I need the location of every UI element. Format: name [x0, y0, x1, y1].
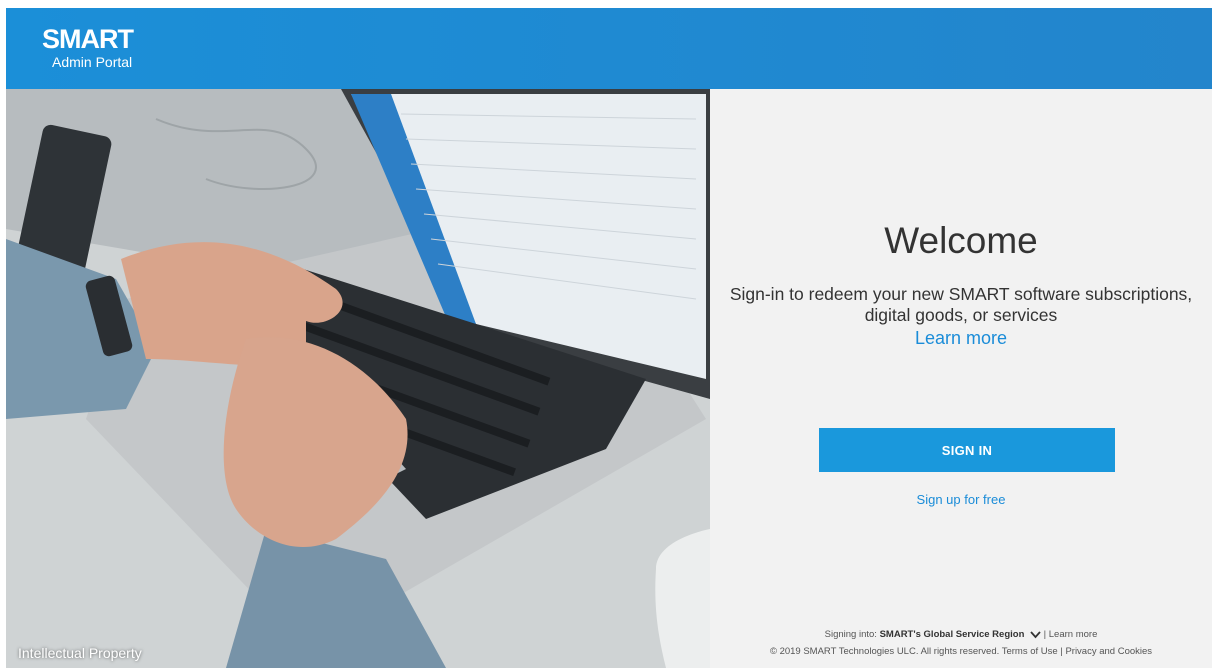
region-line: Signing into: SMART's Global Service Reg…: [710, 627, 1212, 644]
top-header: SMART Admin Portal: [6, 8, 1212, 89]
sign-up-link[interactable]: Sign up for free: [710, 492, 1212, 507]
region-selector[interactable]: SMART's Global Service Region: [880, 629, 1025, 640]
welcome-description: Sign-in to redeem your new SMART softwar…: [710, 284, 1212, 326]
learn-more-link[interactable]: Learn more: [710, 328, 1212, 349]
laptop-typing-illustration: [6, 89, 710, 668]
hero-image: Intellectual Property: [6, 89, 710, 668]
description-line-1: Sign-in to redeem your new SMART softwar…: [729, 284, 1193, 304]
footer: Signing into: SMART's Global Service Reg…: [710, 627, 1212, 659]
terms-of-use-link[interactable]: Terms of Use: [1002, 646, 1058, 657]
description-line-2: digital goods, or services: [864, 305, 1058, 325]
sign-in-button[interactable]: SIGN IN: [819, 428, 1115, 472]
hero-caption: Intellectual Property: [18, 645, 142, 661]
logo-mark: SMART: [42, 24, 134, 54]
footer-learn-more-link[interactable]: Learn more: [1049, 629, 1098, 640]
smart-logo[interactable]: SMART Admin Portal: [42, 24, 134, 71]
copyright-text: © 2019 SMART Technologies ULC. All right…: [769, 646, 1000, 657]
signing-into-label: Signing into:: [824, 629, 877, 640]
chevron-down-icon[interactable]: [1030, 629, 1041, 644]
portal-name: Admin Portal: [52, 54, 133, 70]
legal-line: © 2019 SMART Technologies ULC. All right…: [710, 644, 1212, 659]
footer-separator-2: |: [1060, 646, 1063, 657]
signin-panel: Welcome Sign-in to redeem your new SMART…: [710, 89, 1212, 668]
welcome-title: Welcome: [884, 220, 1038, 261]
app-frame: SMART Admin Portal Intellectual Property…: [6, 8, 1212, 668]
privacy-link[interactable]: Privacy and Cookies: [1065, 646, 1152, 657]
footer-separator: |: [1043, 629, 1047, 640]
